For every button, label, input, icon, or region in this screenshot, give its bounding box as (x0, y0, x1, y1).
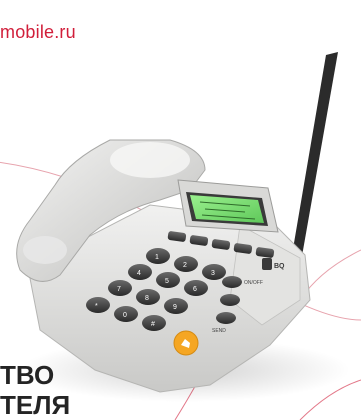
key-2: 2 (174, 256, 198, 272)
key-2-label: 2 (183, 262, 187, 269)
key-1: 1 (146, 248, 170, 264)
key-hash-label: # (151, 321, 155, 328)
key-5: 5 (156, 272, 180, 288)
headline-line-2: ТЕЛЯ (0, 390, 71, 420)
key-4-label: 4 (137, 270, 141, 277)
brand-logo-text: BQ (274, 263, 285, 270)
key-7-label: 7 (117, 286, 121, 293)
key-4: 4 (128, 264, 152, 280)
key-5-label: 5 (165, 278, 169, 285)
key-hash: # (142, 315, 166, 331)
key-9-label: 9 (173, 304, 177, 311)
side-button-2 (220, 294, 240, 306)
side-button-3 (216, 312, 236, 324)
phone-illustration: 1 2 3 4 5 6 7 8 9 * 0 # ON/OFF SEND BQ (0, 52, 361, 420)
brand-url[interactable]: mobile.ru (0, 22, 76, 43)
key-0-label: 0 (123, 312, 127, 319)
key-8: 8 (136, 289, 160, 305)
side-button-1 (222, 276, 242, 288)
headline: ТВО ТЕЛЯ (0, 360, 70, 420)
key-star-label: * (95, 303, 98, 310)
product-page: 1 2 3 4 5 6 7 8 9 * 0 # ON/OFF SEND BQ m… (0, 0, 361, 420)
key-7: 7 (108, 280, 132, 296)
key-6-label: 6 (193, 286, 197, 293)
on-off-label: ON/OFF (244, 280, 263, 286)
key-8-label: 8 (145, 295, 149, 302)
key-3-label: 3 (211, 270, 215, 277)
key-0: 0 (114, 306, 138, 322)
key-3: 3 (202, 264, 226, 280)
send-label: SEND (212, 328, 226, 334)
key-1-label: 1 (155, 254, 159, 261)
key-6: 6 (184, 280, 208, 296)
call-button (173, 330, 199, 356)
key-star: * (86, 297, 110, 313)
headline-line-1: ТВО (0, 360, 55, 390)
key-9: 9 (164, 298, 188, 314)
